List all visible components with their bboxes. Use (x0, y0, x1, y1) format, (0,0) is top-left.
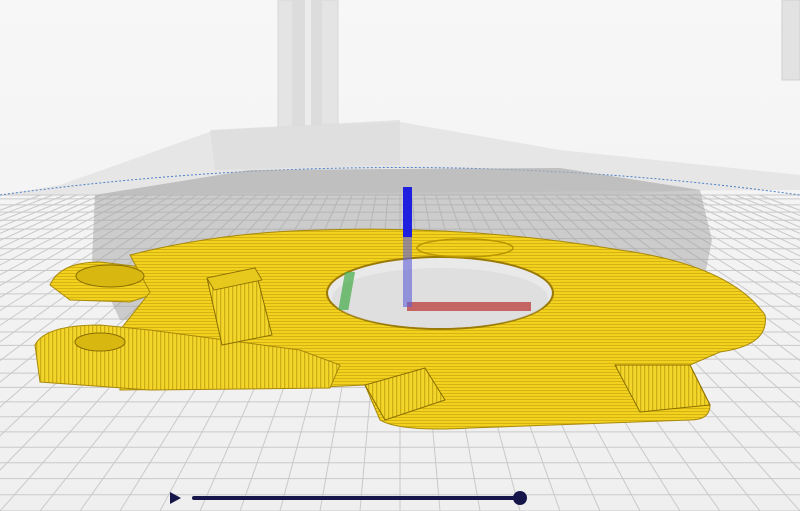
x-axis (407, 302, 531, 311)
z-axis (403, 187, 412, 237)
3d-viewport[interactable] (0, 0, 800, 511)
slider-handle-icon[interactable] (513, 491, 527, 505)
layer-slider-track[interactable] (192, 496, 520, 500)
scene-canvas[interactable] (0, 0, 800, 511)
